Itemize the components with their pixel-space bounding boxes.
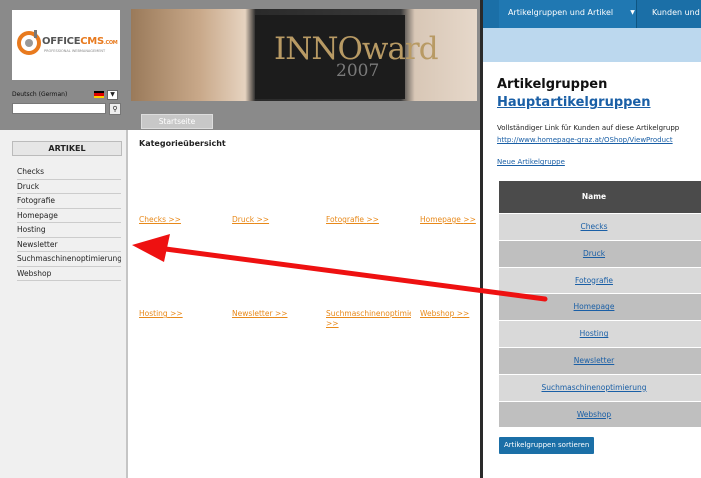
group-link-webshop[interactable]: Webshop	[577, 410, 611, 419]
admin-nav-bar: Artikelgruppen und Artikel ▼ Kunden und	[483, 0, 701, 28]
sidebar-item-homepage[interactable]: Homepage	[17, 209, 121, 223]
table-row: Fotografie	[499, 266, 701, 294]
logo-mark-icon	[17, 30, 41, 55]
page-title: Kategorieübersicht	[139, 139, 226, 148]
tab-startseite[interactable]: Startseite	[141, 114, 213, 129]
admin-pane: Artikelgruppen und Artikel ▼ Kunden und …	[483, 0, 701, 478]
chevron-down-icon[interactable]: ▼	[107, 90, 118, 100]
new-group-link[interactable]: Neue Artikelgruppe	[497, 158, 565, 166]
category-link-homepage[interactable]: Homepage >>	[420, 215, 480, 224]
sidebar-item-fotografie[interactable]: Fotografie	[17, 194, 121, 209]
table-row: Hosting	[499, 320, 701, 347]
table-row: Webshop	[499, 400, 701, 428]
language-selector[interactable]: Deutsch (German) ▼	[12, 90, 120, 100]
category-link-suchmaschinenoptimierung[interactable]: Suchmaschinenoptimierung>>	[326, 309, 411, 333]
sidebar-item-webshop[interactable]: Webshop	[17, 267, 121, 281]
sidebar: ARTIKEL Checks Druck Fotografie Homepage…	[0, 130, 128, 478]
frontend-pane: OFFICECMS.COM PROFESSIONAL WEBMANAGEMENT…	[0, 0, 482, 478]
sidebar-list: Checks Druck Fotografie Homepage Hosting…	[17, 165, 121, 281]
sidebar-item-newsletter[interactable]: Newsletter	[17, 238, 121, 252]
table-row: Checks	[499, 213, 701, 240]
group-table: Name Checks Druck Fotografie Homepage Ho…	[499, 181, 701, 428]
admin-page-title: Artikelgruppen	[497, 77, 608, 92]
sidebar-item-druck[interactable]: Druck	[17, 180, 121, 194]
search-input[interactable]	[12, 103, 106, 114]
sidebar-item-hosting[interactable]: Hosting	[17, 223, 121, 238]
language-label: Deutsch (German)	[12, 91, 68, 98]
banner-year: 2007	[336, 61, 380, 81]
search-bar: ⚲	[12, 103, 121, 115]
sidebar-item-suchmaschinenoptimierung[interactable]: Suchmaschinenoptimierung	[17, 252, 121, 267]
sort-groups-button[interactable]: Artikelgruppen sortieren	[499, 437, 595, 454]
group-link-hosting[interactable]: Hosting	[580, 329, 609, 338]
table-header-name: Name	[499, 181, 701, 213]
header-banner: INNOward 2007	[131, 9, 477, 101]
chevron-down-icon[interactable]: ▼	[628, 0, 637, 28]
sidebar-item-checks[interactable]: Checks	[17, 165, 121, 180]
table-row: Druck	[499, 239, 701, 267]
logo-tagline: PROFESSIONAL WEBMANAGEMENT	[44, 49, 106, 53]
category-link-checks[interactable]: Checks >>	[139, 215, 224, 224]
category-link-druck[interactable]: Druck >>	[232, 215, 317, 224]
sidebar-header: ARTIKEL	[12, 141, 122, 156]
german-flag-icon[interactable]	[94, 91, 104, 98]
search-icon[interactable]: ⚲	[109, 103, 121, 115]
group-link-newsletter[interactable]: Newsletter	[574, 356, 615, 365]
category-link-newsletter[interactable]: Newsletter >>	[232, 309, 317, 318]
group-link-fotografie[interactable]: Fotografie	[575, 276, 613, 285]
tab-kunden[interactable]: Kunden und	[646, 0, 700, 28]
category-link-hosting[interactable]: Hosting >>	[139, 309, 224, 318]
table-row: Suchmaschinenoptimierung	[499, 373, 701, 401]
tab-artikelgruppen-und-artikel[interactable]: Artikelgruppen und Artikel	[499, 0, 637, 28]
group-link-checks[interactable]: Checks	[581, 222, 608, 231]
customer-url-link[interactable]: http://www.homepage-graz.at/OShop/ViewPr…	[497, 136, 673, 144]
table-row: Newsletter	[499, 346, 701, 374]
group-link-suchmaschinenoptimierung[interactable]: Suchmaschinenoptimierung	[541, 383, 646, 392]
admin-subheader-strip	[483, 28, 701, 62]
logo-wordmark: OFFICECMS.COM	[42, 36, 118, 47]
group-link-druck[interactable]: Druck	[583, 249, 605, 258]
table-row: Homepage	[499, 293, 701, 321]
category-link-fotografie[interactable]: Fotografie >>	[326, 215, 411, 224]
group-link-homepage[interactable]: Homepage	[574, 302, 615, 311]
category-link-webshop[interactable]: Webshop >>	[420, 309, 480, 318]
site-logo[interactable]: OFFICECMS.COM PROFESSIONAL WEBMANAGEMENT	[12, 10, 120, 80]
customer-link-info: Vollständiger Link für Kunden auf diese …	[497, 124, 680, 132]
hauptartikelgruppen-link[interactable]: Hauptartikelgruppen	[497, 95, 651, 110]
